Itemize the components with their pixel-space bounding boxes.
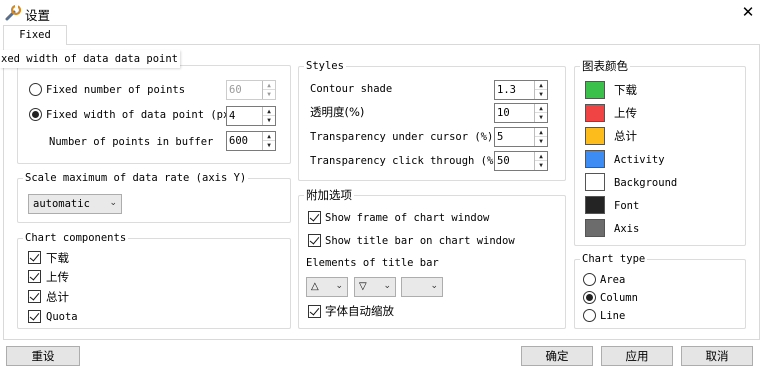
show-title-checkbox[interactable] [308, 234, 321, 247]
color-label-axis: Axis [614, 223, 640, 235]
color-swatch-total[interactable] [585, 127, 605, 145]
color-label-font: Font [614, 200, 640, 212]
stepper-up-icon[interactable]: ▲ [263, 132, 275, 141]
click-transparency-label: Transparency click through (%) [310, 155, 500, 167]
fixed-width-stepper[interactable]: 4 ▲ ▼ [226, 106, 276, 126]
elements-label: Elements of title bar [306, 257, 439, 269]
buffer-stepper[interactable]: 600 ▲ ▼ [226, 131, 276, 151]
reset-button[interactable]: 重设 [6, 346, 80, 366]
component-label-download: 下载 [46, 251, 69, 265]
auto-scale-label: 字体自动缩放 [325, 304, 394, 318]
title-element-select-1[interactable]: △ ⌄ [306, 277, 348, 297]
component-checkbox-download[interactable] [28, 251, 41, 264]
color-label-download: 下载 [614, 83, 637, 97]
stepper-down-icon[interactable]: ▼ [535, 161, 547, 170]
cursor-transparency-stepper[interactable]: 5 ▲ ▼ [494, 127, 548, 147]
stepper-up-icon[interactable]: ▲ [535, 128, 547, 137]
window-title: 设置 [25, 8, 51, 23]
title-element-select-3[interactable]: ⌄ [401, 277, 443, 297]
components-group-title: Chart components [23, 231, 129, 245]
stepper-down-icon[interactable]: ▼ [535, 137, 547, 146]
scale-group-title: Scale maximum of data rate (axis Y) [23, 171, 249, 185]
cancel-button[interactable]: 取消 [681, 346, 753, 366]
fixed-width-label: Fixed width of data point (px) [46, 109, 236, 121]
color-label-upload: 上传 [614, 106, 637, 120]
color-label-background: Background [614, 177, 678, 189]
chevron-down-icon: ⌄ [383, 281, 391, 291]
fixed-number-radio[interactable] [29, 83, 42, 96]
triangle-up-outline-icon: △ [311, 281, 319, 292]
tooltip: xed width of data data point [0, 50, 180, 68]
colors-group-title: 图表颜色 [580, 59, 630, 73]
fixed-number-stepper[interactable]: 60 ▲ ▼ [226, 80, 276, 100]
color-swatch-activity[interactable] [585, 150, 605, 168]
color-swatch-download[interactable] [585, 81, 605, 99]
stepper-up-icon[interactable]: ▲ [535, 104, 547, 113]
apply-button[interactable]: 应用 [601, 346, 673, 366]
charttype-group-title: Chart type [580, 252, 648, 266]
contour-label: Contour shade [310, 83, 393, 95]
stepper-down-icon[interactable]: ▼ [535, 113, 547, 122]
show-frame-label: Show frame of chart window [325, 212, 490, 224]
stepper-up-icon[interactable]: ▲ [535, 81, 547, 90]
stepper-down-icon[interactable]: ▼ [263, 116, 275, 125]
charttype-label-line: Line [600, 310, 626, 322]
chevron-down-icon: ⌄ [335, 281, 343, 291]
opacity-label: 透明度(%) [310, 105, 365, 119]
scale-select[interactable]: automatic ⌄ [28, 194, 122, 214]
component-label-upload: 上传 [46, 270, 69, 284]
component-checkbox-total[interactable] [28, 290, 41, 303]
extra-group-title: 附加选项 [304, 188, 354, 202]
component-checkbox-quota[interactable] [28, 310, 41, 323]
stepper-up-icon[interactable]: ▲ [535, 152, 547, 161]
fixed-width-radio[interactable] [29, 108, 42, 121]
color-swatch-axis[interactable] [585, 219, 605, 237]
ok-button[interactable]: 确定 [521, 346, 593, 366]
component-label-total: 总计 [46, 290, 69, 304]
click-transparency-stepper[interactable]: 50 ▲ ▼ [494, 151, 548, 171]
auto-scale-checkbox[interactable] [308, 305, 321, 318]
component-checkbox-upload[interactable] [28, 270, 41, 283]
show-frame-checkbox[interactable] [308, 211, 321, 224]
styles-group-title: Styles [304, 59, 346, 73]
chevron-down-icon: ⌄ [109, 198, 117, 208]
close-icon[interactable]: ✕ [738, 2, 758, 22]
color-label-total: 总计 [614, 129, 637, 143]
title-element-select-2[interactable]: ▽ ⌄ [354, 277, 396, 297]
title-bar [0, 0, 763, 27]
component-label-quota: Quota [46, 311, 78, 323]
charttype-radio-area[interactable] [583, 273, 596, 286]
fixed-number-label: Fixed number of points [46, 84, 186, 96]
charttype-label-area: Area [600, 274, 626, 286]
stepper-down-icon[interactable]: ▼ [263, 141, 275, 150]
color-swatch-background[interactable] [585, 173, 605, 191]
show-title-label: Show title bar on chart window [325, 235, 515, 247]
stepper-up-icon[interactable]: ▲ [263, 81, 275, 90]
opacity-stepper[interactable]: 10 ▲ ▼ [494, 103, 548, 123]
tab-fixed[interactable]: Fixed [3, 25, 67, 45]
stepper-down-icon[interactable]: ▼ [263, 90, 275, 99]
buffer-label: Number of points in buffer [49, 136, 214, 148]
wrench-icon [4, 4, 22, 22]
stepper-up-icon[interactable]: ▲ [263, 107, 275, 116]
color-swatch-font[interactable] [585, 196, 605, 214]
contour-stepper[interactable]: 1.3 ▲ ▼ [494, 80, 548, 100]
color-label-activity: Activity [614, 154, 665, 166]
triangle-down-outline-icon: ▽ [359, 281, 367, 292]
chevron-down-icon: ⌄ [430, 281, 438, 291]
charttype-label-column: Column [600, 292, 638, 304]
stepper-down-icon[interactable]: ▼ [535, 90, 547, 99]
color-swatch-upload[interactable] [585, 104, 605, 122]
charttype-radio-column[interactable] [583, 291, 596, 304]
cursor-transparency-label: Transparency under cursor (%) [310, 131, 494, 143]
charttype-radio-line[interactable] [583, 309, 596, 322]
